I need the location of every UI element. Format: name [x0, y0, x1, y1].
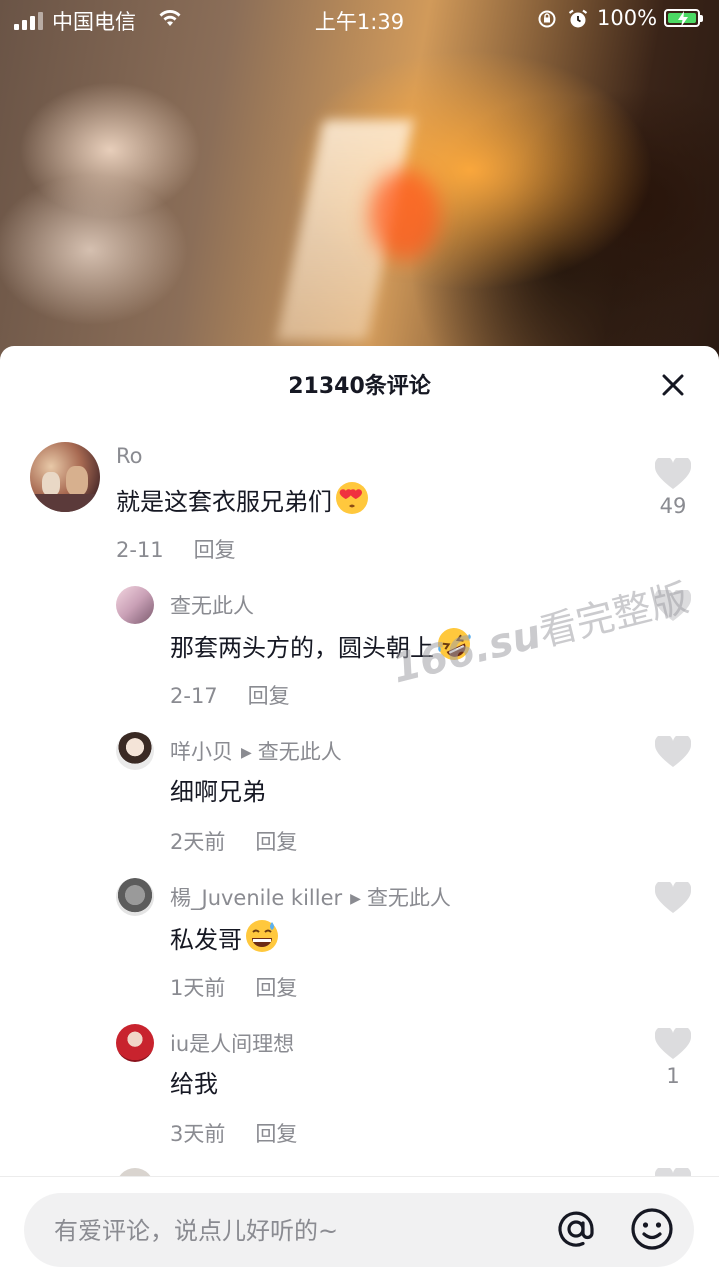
avatar[interactable] — [116, 732, 154, 770]
comment-body: 私发哥 — [170, 926, 242, 954]
heart-eyes-emoji-icon — [336, 482, 368, 514]
comments-sheet: 21340条评论 Ro 就是这套衣服兄弟们 2-11 回复 49 查无此人 那套… — [0, 346, 719, 1280]
comment-date: 2-17 — [170, 684, 218, 708]
heart-icon — [655, 736, 691, 767]
username-label[interactable]: 楊_Juvenile killer — [170, 886, 342, 910]
alarm-icon — [568, 9, 588, 28]
close-icon[interactable] — [656, 368, 690, 402]
comment-text: 那套两头方的，圆头朝上 — [170, 626, 472, 663]
like-button[interactable]: 1 — [653, 1028, 693, 1088]
rofl-emoji-icon — [438, 628, 471, 660]
comment-input-bar — [0, 1176, 719, 1281]
video-blur-flare — [370, 170, 440, 260]
comment-body: 那套两头方的，圆头朝上 — [170, 634, 434, 662]
heart-icon — [655, 590, 691, 621]
comment-date: 3天前 — [170, 1122, 226, 1146]
avatar[interactable] — [116, 586, 154, 624]
status-bar: 中国电信 上午1:39 100% — [0, 0, 719, 40]
reply-button[interactable]: 回复 — [255, 976, 297, 1000]
charging-bolt-icon — [678, 11, 688, 27]
reply-item: 咩小贝 ▶ 查无此人 细啊兄弟 2天前 回复 — [0, 730, 719, 860]
heart-icon — [655, 1028, 691, 1059]
reply-item: 查无此人 那套两头方的，圆头朝上 2-17 回复 — [0, 584, 719, 714]
video-background[interactable] — [0, 0, 719, 360]
like-button[interactable]: 49 — [653, 458, 693, 518]
comment-username[interactable]: Ro — [116, 444, 143, 468]
emoji-picker-icon[interactable] — [628, 1205, 676, 1253]
like-count: 49 — [659, 494, 687, 518]
username-label[interactable]: 咩小贝 — [170, 740, 233, 764]
like-button[interactable] — [653, 736, 693, 772]
comment-count-title: 21340条评论 — [288, 374, 431, 399]
heart-icon — [655, 458, 691, 489]
reply-item: iu是人间理想 给我 3天前 回复 1 — [0, 1022, 719, 1152]
comment-meta: 3天前 回复 — [170, 1118, 297, 1148]
battery-percent: 100% — [597, 6, 658, 30]
battery-icon — [664, 9, 703, 27]
reply-to-username[interactable]: 查无此人 — [258, 740, 342, 764]
comment-body: 就是这套衣服兄弟们 — [116, 488, 332, 516]
comment-meta: 2天前 回复 — [170, 826, 297, 856]
reply-button[interactable]: 回复 — [194, 538, 236, 562]
reply-to-username[interactable]: 查无此人 — [367, 886, 451, 910]
avatar[interactable] — [116, 1024, 154, 1062]
avatar[interactable] — [116, 878, 154, 916]
grin-sweat-emoji-icon — [246, 920, 278, 952]
comment-date: 2-11 — [116, 538, 164, 562]
mention-icon[interactable] — [552, 1205, 600, 1253]
comment-body: 给我 — [170, 1070, 218, 1098]
like-button[interactable] — [653, 882, 693, 918]
reply-arrow-icon: ▶ — [350, 891, 361, 907]
avatar[interactable] — [30, 442, 100, 512]
rotation-lock-icon — [538, 10, 556, 28]
comment-meta: 2-11 回复 — [116, 534, 236, 564]
like-button[interactable] — [653, 590, 693, 626]
like-count: 1 — [666, 1064, 680, 1088]
heart-icon — [655, 882, 691, 913]
comment-username[interactable]: iu是人间理想 — [170, 1028, 294, 1058]
comment-body: 细啊兄弟 — [170, 778, 266, 806]
comment-text: 私发哥 — [170, 918, 280, 955]
comment-input[interactable] — [52, 1193, 536, 1269]
comment-date: 1天前 — [170, 976, 226, 1000]
reply-button[interactable]: 回复 — [248, 684, 290, 708]
comment-meta: 1天前 回复 — [170, 972, 297, 1002]
reply-button[interactable]: 回复 — [255, 830, 297, 854]
comment-text: 就是这套衣服兄弟们 — [116, 480, 370, 517]
comment-text: 给我 — [170, 1064, 218, 1099]
comment-username: 咩小贝 ▶ 查无此人 — [170, 736, 342, 766]
comment-username: 楊_Juvenile killer ▶ 查无此人 — [170, 882, 451, 912]
comment-input-pill[interactable] — [24, 1193, 694, 1269]
reply-button[interactable]: 回复 — [255, 1122, 297, 1146]
comment-date: 2天前 — [170, 830, 226, 854]
reply-arrow-icon: ▶ — [241, 745, 252, 761]
comment-meta: 2-17 回复 — [170, 680, 290, 710]
comments-header: 21340条评论 — [0, 346, 719, 422]
comment-text: 细啊兄弟 — [170, 772, 266, 807]
comment-username[interactable]: 查无此人 — [170, 590, 254, 620]
comment-item: Ro 就是这套衣服兄弟们 2-11 回复 49 — [0, 442, 719, 582]
reply-item: 楊_Juvenile killer ▶ 查无此人 私发哥 1天前 回复 — [0, 876, 719, 1006]
